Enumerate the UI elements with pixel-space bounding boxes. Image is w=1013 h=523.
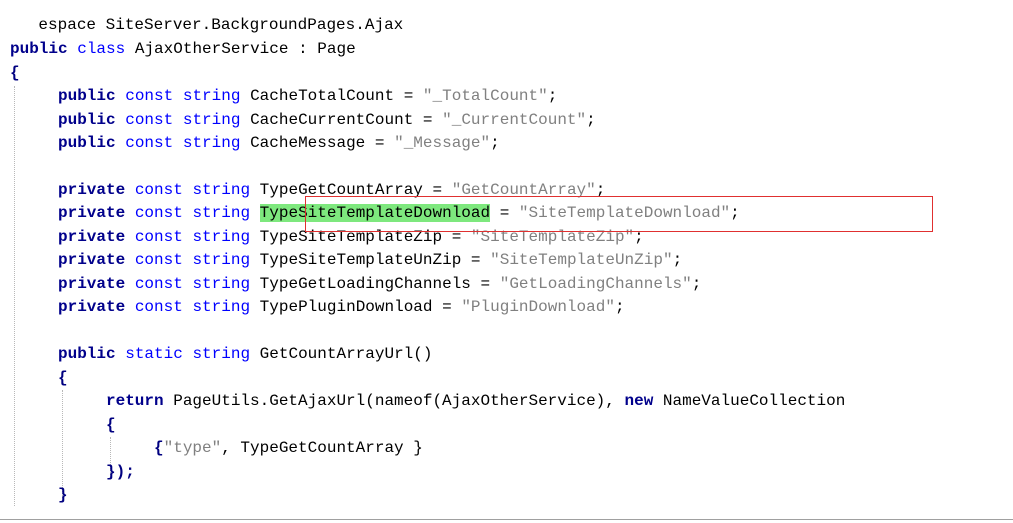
type-keyword: string <box>192 228 251 246</box>
identifier: CacheMessage <box>250 134 366 152</box>
const-keyword: const <box>125 134 174 152</box>
type-keyword: string <box>192 345 251 363</box>
semicolon: ; <box>490 134 500 152</box>
code-line-method-close[interactable]: } <box>58 484 68 507</box>
identifier: CacheCurrentCount <box>250 111 414 129</box>
indent-guide <box>62 390 63 498</box>
code-line-const[interactable]: public const string CacheMessage = "_Mes… <box>58 132 500 155</box>
open-brace: { <box>154 439 164 457</box>
class-name: AjaxOtherService <box>134 40 289 58</box>
code-line-const[interactable]: public const string CacheCurrentCount = … <box>58 109 596 132</box>
operator: = <box>365 134 395 152</box>
string-literal: "GetLoadingChannels" <box>499 275 692 293</box>
code-line-method-declaration[interactable]: public static string GetCountArrayUrl() <box>58 343 432 366</box>
const-keyword: const <box>125 111 174 129</box>
open-brace: { <box>10 64 20 82</box>
operator: = <box>470 275 500 293</box>
semicolon: ; <box>586 111 596 129</box>
const-keyword: const <box>134 251 183 269</box>
identifier: CacheTotalCount <box>250 87 395 105</box>
code-editor[interactable]: espace SiteServer.BackgroundPages.Ajax p… <box>0 0 1013 523</box>
open-brace: { <box>106 416 116 434</box>
keyword-return: return <box>106 392 164 410</box>
operator: = <box>432 298 462 316</box>
modifier-keyword: private <box>58 204 126 222</box>
modifier-keyword: private <box>58 298 126 316</box>
annotation-box <box>305 196 933 232</box>
string-literal: "type" <box>163 439 222 457</box>
semicolon: ; <box>614 298 625 316</box>
base-class-name: Page <box>317 40 356 58</box>
semicolon: ; <box>547 87 558 105</box>
const-keyword: const <box>134 298 183 316</box>
keyword-new: new <box>624 392 654 410</box>
type-keyword: string <box>182 87 241 105</box>
semicolon: ; <box>672 251 683 269</box>
operator: = <box>413 111 443 129</box>
code-line-init-open[interactable]: { <box>106 414 116 437</box>
keyword-public: public <box>58 345 116 363</box>
modifier-keyword: public <box>58 87 116 105</box>
code-line-const[interactable]: private const string TypeGetLoadingChann… <box>58 273 701 296</box>
code-line-open-brace[interactable]: { <box>10 62 20 85</box>
code-line-const[interactable]: public const string CacheTotalCount = "_… <box>58 85 557 108</box>
type-keyword: string <box>192 275 251 293</box>
type-keyword: string <box>192 251 251 269</box>
const-keyword: const <box>125 87 174 105</box>
string-literal: "PluginDownload" <box>461 298 615 316</box>
code-line-const[interactable]: private const string TypePluginDownload … <box>58 296 625 319</box>
init-entry-rest: , TypeGetCountArray } <box>221 439 423 457</box>
inheritance-separator: : <box>288 40 318 58</box>
const-keyword: const <box>134 228 183 246</box>
type-keyword: string <box>192 204 251 222</box>
modifier-keyword: private <box>58 228 126 246</box>
type-keyword: string <box>192 298 251 316</box>
const-keyword: const <box>134 204 183 222</box>
bottom-border <box>0 519 1013 520</box>
modifier-keyword: public <box>58 111 116 129</box>
method-call: PageUtils.GetAjaxUrl(nameof(AjaxOtherSer… <box>163 392 625 410</box>
string-literal: "_Message" <box>394 134 491 152</box>
keyword-class: class <box>77 40 126 58</box>
namespace-text: espace SiteServer.BackgroundPages.Ajax <box>38 16 404 34</box>
modifier-keyword: private <box>58 181 126 199</box>
string-literal: "_TotalCount" <box>422 87 548 105</box>
open-brace: { <box>58 369 68 387</box>
keyword-static: static <box>125 345 183 363</box>
type-keyword: string <box>182 111 241 129</box>
string-literal: "SiteTemplateUnZip" <box>490 251 673 269</box>
code-line-const[interactable]: private const string TypeSiteTemplateUnZ… <box>58 249 682 272</box>
operator: = <box>461 251 491 269</box>
modifier-keyword: private <box>58 251 126 269</box>
const-keyword: const <box>134 181 183 199</box>
code-line-class-declaration[interactable]: public class AjaxOtherService : Page <box>10 38 356 61</box>
identifier: TypePluginDownload <box>259 298 433 316</box>
semicolon: ; <box>691 275 702 293</box>
modifier-keyword: private <box>58 275 126 293</box>
indent-guide <box>14 86 15 506</box>
method-name: GetCountArrayUrl() <box>259 345 433 363</box>
close-brace: }); <box>106 463 135 481</box>
type-keyword: string <box>192 181 251 199</box>
identifier: TypeSiteTemplateUnZip <box>259 251 462 269</box>
operator: = <box>394 87 423 105</box>
code-line-init-entry[interactable]: {"type", TypeGetCountArray } <box>154 437 423 460</box>
constructor-name: NameValueCollection <box>653 392 846 410</box>
code-line-method-open[interactable]: { <box>58 367 68 390</box>
string-literal: "_CurrentCount" <box>442 111 587 129</box>
code-line-namespace[interactable]: espace SiteServer.BackgroundPages.Ajax <box>0 0 403 34</box>
type-keyword: string <box>182 134 241 152</box>
modifier-keyword: public <box>58 134 116 152</box>
keyword-public: public <box>10 40 68 58</box>
code-line-return[interactable]: return PageUtils.GetAjaxUrl(nameof(AjaxO… <box>106 390 845 413</box>
close-brace: } <box>58 486 68 504</box>
code-line-init-close[interactable]: }); <box>106 461 135 484</box>
identifier: TypeGetLoadingChannels <box>259 275 471 293</box>
const-keyword: const <box>134 275 183 293</box>
